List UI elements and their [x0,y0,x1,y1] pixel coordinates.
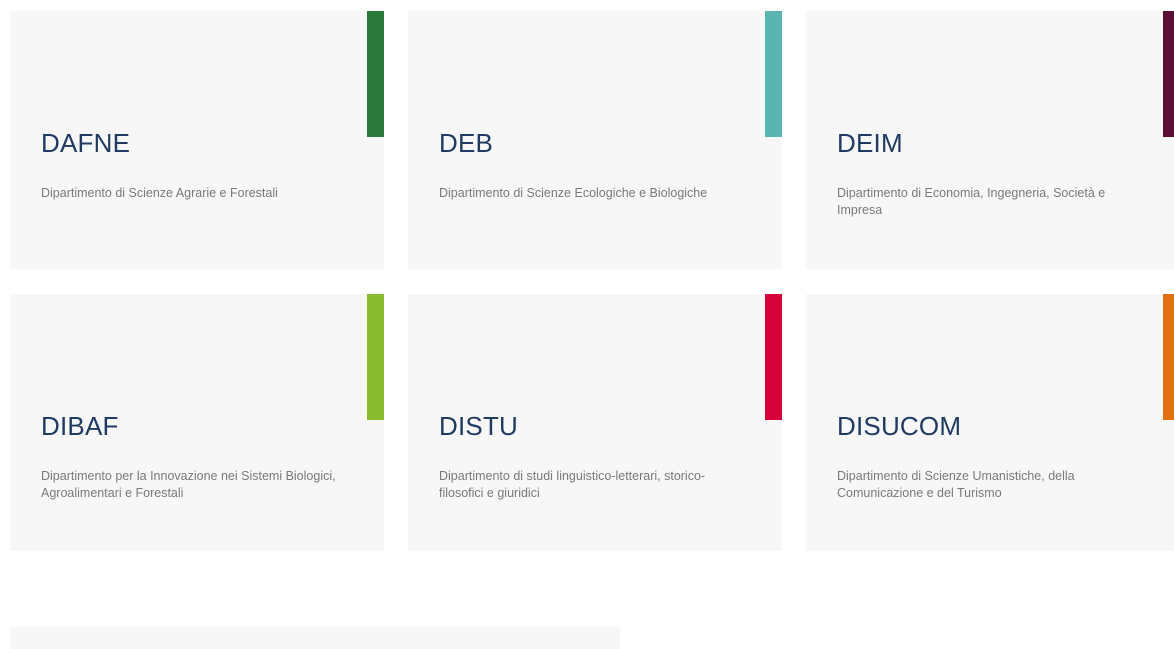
department-card-deb[interactable]: DEB Dipartimento di Scienze Ecologiche e… [408,11,782,269]
department-card-dibaf[interactable]: DIBAF Dipartimento per la Innovazione ne… [10,294,384,551]
department-card-dafne[interactable]: DAFNE Dipartimento di Scienze Agrarie e … [10,11,384,269]
accent-bar [1163,11,1174,137]
department-code: DEB [439,128,494,158]
department-name: Dipartimento di Scienze Agrarie e Forest… [41,186,278,200]
accent-bar [367,11,384,137]
department-card-disucom[interactable]: DISUCOM Dipartimento di Scienze Umanisti… [806,294,1174,551]
department-code: DIBAF [41,411,119,441]
accent-bar [1163,294,1174,420]
department-code: DISUCOM [837,411,962,441]
department-name: Dipartimento di studi linguistico-letter… [439,469,706,500]
department-name: Dipartimento di Scienze Umanistiche, del… [837,469,1075,500]
accent-bar [765,294,782,420]
department-card-distu[interactable]: DISTU Dipartimento di studi linguistico-… [408,294,782,551]
department-card-deim[interactable]: DEIM Dipartimento di Economia, Ingegneri… [806,11,1174,269]
department-code: DISTU [439,411,518,441]
accent-bar [367,294,384,420]
accent-bar [765,11,782,137]
department-name: Dipartimento di Scienze Ecologiche e Bio… [439,186,708,200]
department-name: Dipartimento di Economia, Ingegneria, So… [837,186,1106,217]
department-code: DEIM [837,128,903,158]
department-code: DAFNE [41,128,131,158]
department-name: Dipartimento per la Innovazione nei Sist… [41,469,336,500]
department-card-partial[interactable] [10,627,620,649]
